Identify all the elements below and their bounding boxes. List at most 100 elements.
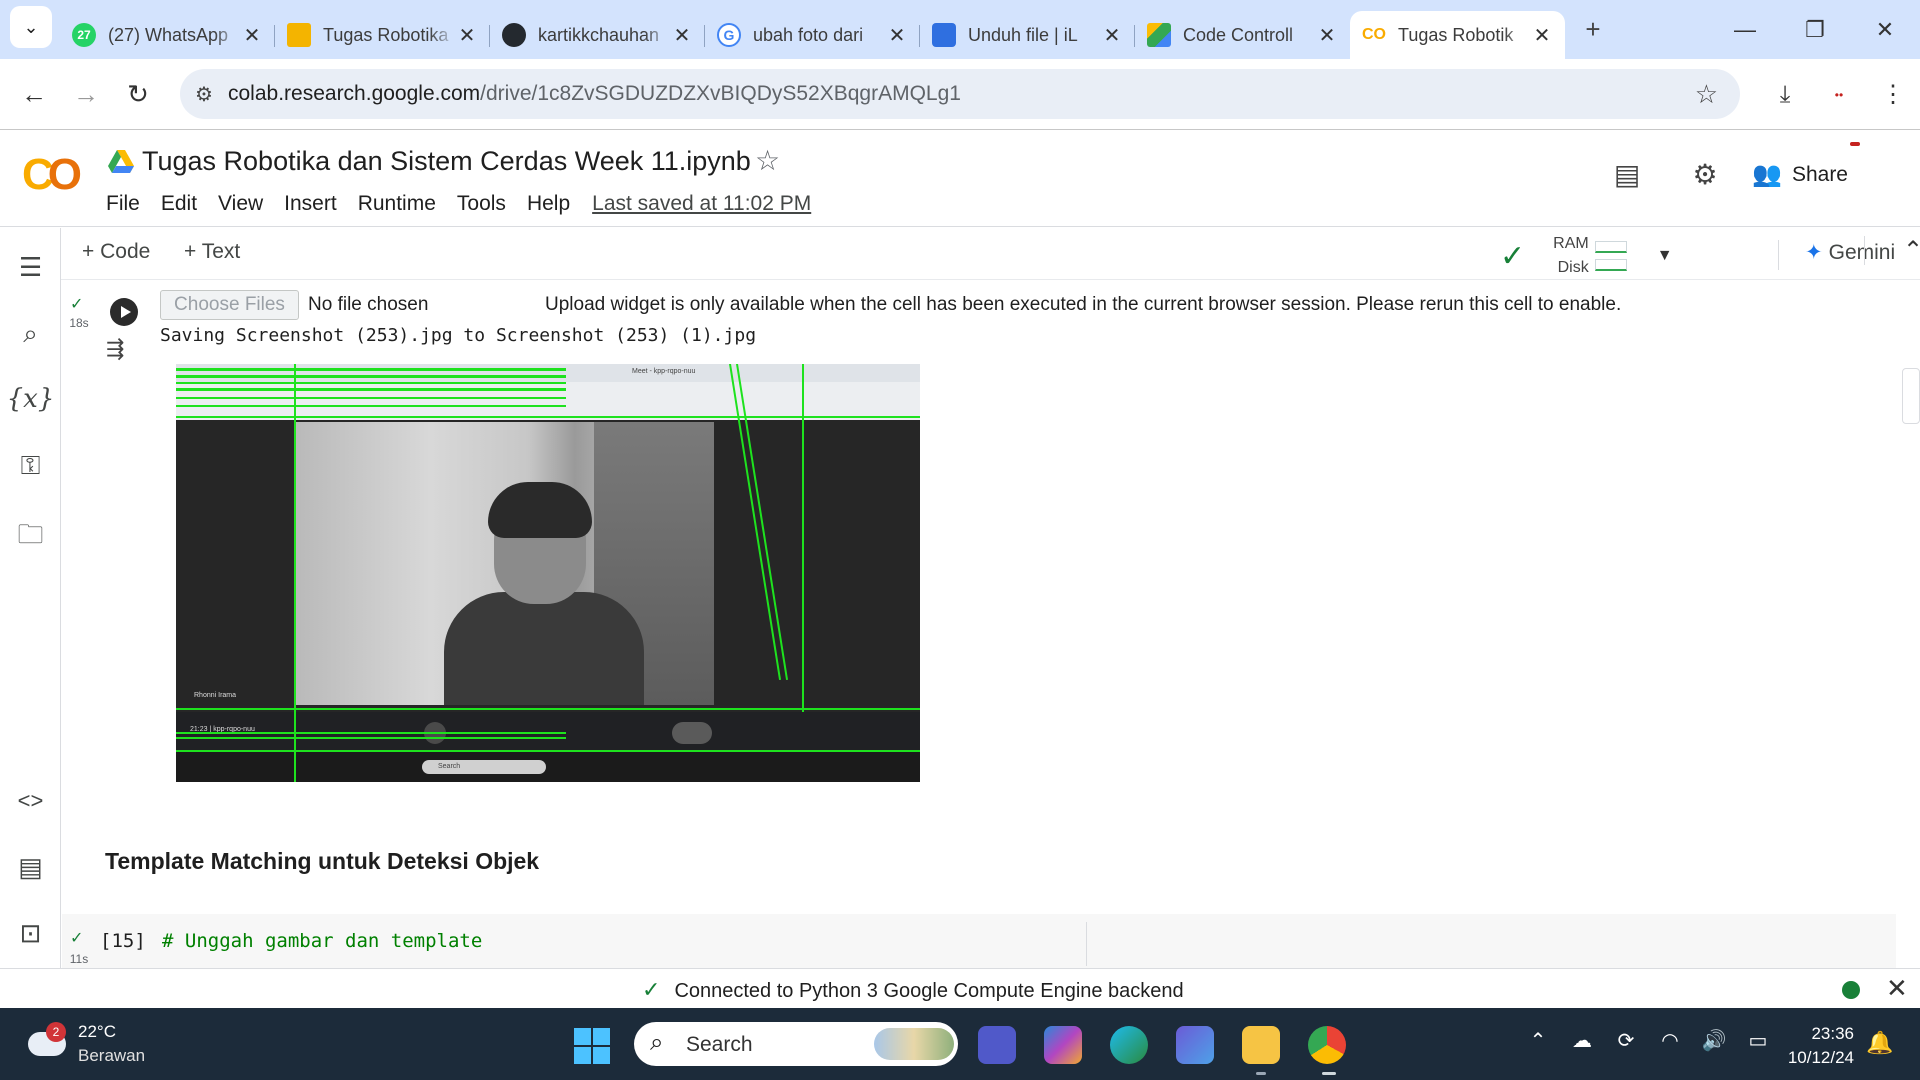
close-window-button[interactable]: ✕ — [1850, 0, 1920, 59]
time: 23:36 — [1811, 1024, 1854, 1043]
menu-tools[interactable]: Tools — [457, 192, 506, 216]
forward-button[interactable]: → — [60, 68, 112, 120]
folder-icon[interactable]: 🗀 — [0, 516, 61, 560]
comment-icon[interactable]: ▤ — [1588, 158, 1666, 191]
last-saved-link[interactable]: Last saved at 11:02 PM — [592, 192, 811, 216]
browser-tab-ilovepdf[interactable]: Unduh file | iL ✕ — [920, 11, 1135, 59]
add-text-button[interactable]: + Text — [184, 240, 240, 264]
tab-search-dropdown-button[interactable]: ⌄ — [10, 6, 52, 48]
bookmark-star-icon[interactable]: ☆ — [1695, 79, 1718, 110]
run-cell-button[interactable] — [110, 298, 138, 326]
download-icon[interactable]: ⤓ — [1758, 81, 1812, 109]
resources-indicator[interactable]: ✓ RAM Disk ▼ — [1500, 232, 1673, 280]
menu-view[interactable]: View — [218, 192, 263, 216]
key-icon[interactable]: ⚿ — [0, 450, 61, 482]
browser-tab-google[interactable]: G ubah foto dari ✕ — [705, 11, 920, 59]
gear-icon[interactable]: ⚙ — [1666, 158, 1744, 191]
windows-start-icon[interactable] — [574, 1028, 610, 1064]
close-icon[interactable]: ✕ — [241, 23, 263, 48]
browser-tab-whatsapp[interactable]: 27 (27) WhatsApp ✕ — [60, 11, 275, 59]
code-comment[interactable]: # Unggah gambar dan template — [162, 930, 482, 952]
taskbar-search[interactable]: ⌕ Search — [634, 1022, 958, 1066]
notebook-title[interactable]: Tugas Robotika dan Sistem Cerdas Week 11… — [142, 146, 751, 177]
search-icon[interactable]: ⌕ — [0, 318, 61, 350]
close-icon[interactable]: ✕ — [1101, 23, 1123, 48]
menu-help[interactable]: Help — [527, 192, 570, 216]
terminal-icon[interactable]: ⊡ — [0, 918, 61, 949]
image-video-feed — [294, 422, 714, 705]
close-icon[interactable]: ✕ — [1316, 23, 1338, 48]
detected-line — [176, 405, 566, 407]
browser-tab-colab-active[interactable]: CO Tugas Robotik ✕ — [1350, 11, 1565, 59]
close-icon[interactable]: ✕ — [886, 23, 908, 48]
image-participant-name: Rhonni Irama — [194, 692, 237, 699]
browser-tab-github[interactable]: kartikkchauhan ✕ — [490, 11, 705, 59]
close-icon[interactable]: ✕ — [456, 23, 478, 48]
detected-line — [176, 708, 920, 710]
taskbar-clock[interactable]: 23:36 10/12/24 — [1770, 1022, 1854, 1070]
file-explorer-icon[interactable] — [1242, 1026, 1280, 1064]
colab-logo[interactable]: CO — [22, 150, 82, 200]
more-menu-icon[interactable]: ⋮ — [1866, 80, 1920, 109]
chrome-icon[interactable] — [1308, 1026, 1346, 1064]
collapse-header-button[interactable]: ⌃ — [1864, 236, 1920, 265]
chevron-up-icon[interactable]: ⌃ — [1516, 1028, 1560, 1053]
code-cell-15[interactable]: ✓ 11s [15] # Unggah gambar dan template — [62, 914, 1896, 968]
command-palette-icon[interactable]: ▤ — [0, 852, 61, 883]
teams-icon[interactable] — [978, 1026, 1016, 1064]
weather-widget[interactable]: 2 22°C Berawan — [28, 1020, 145, 1068]
detected-line — [176, 397, 566, 399]
close-icon[interactable]: ✕ — [1531, 23, 1553, 48]
variables-icon[interactable]: {x} — [0, 384, 61, 414]
sync-icon[interactable]: ⟳ — [1604, 1028, 1648, 1053]
detected-line — [176, 737, 566, 739]
output-actions-icon[interactable]: ⇶ — [106, 336, 124, 362]
app-icon[interactable] — [1176, 1026, 1214, 1064]
menu-runtime[interactable]: Runtime — [358, 192, 436, 216]
choose-files-button[interactable]: Choose Files — [160, 290, 299, 320]
left-sidebar: ☰ ⌕ {x} ⚿ 🗀 <> ▤ ⊡ — [0, 228, 61, 968]
wifi-icon[interactable]: ◠ — [1648, 1028, 1692, 1053]
arrow-right-icon: → — [73, 78, 99, 109]
detected-line — [176, 388, 566, 391]
heart-icon — [932, 23, 956, 47]
running-indicator — [1256, 1072, 1266, 1075]
drive-icon — [1147, 23, 1171, 47]
address-bar[interactable]: ⚙ colab.research.google.com/drive/1c8ZvS… — [180, 69, 1740, 119]
menu-edit[interactable]: Edit — [161, 192, 197, 216]
chevron-up-icon: ⌃ — [1903, 237, 1920, 264]
avatar[interactable] — [1850, 142, 1860, 146]
google-drive-icon[interactable] — [108, 150, 134, 174]
site-info-icon[interactable]: ⚙ — [180, 82, 228, 107]
close-icon[interactable]: ✕ — [671, 23, 693, 48]
menu-insert[interactable]: Insert — [284, 192, 337, 216]
url-host: colab.research.google.com — [228, 82, 481, 105]
code-snippets-icon[interactable]: <> — [0, 788, 61, 814]
edge-icon[interactable] — [1110, 1026, 1148, 1064]
menu-bar: File Edit View Insert Runtime Tools Help… — [106, 192, 832, 216]
caret-down-icon[interactable]: ▼ — [1657, 247, 1673, 265]
extension-icon[interactable]: •• — [1812, 88, 1866, 102]
restore-button[interactable]: ❐ — [1780, 0, 1850, 59]
browser-tab-drive[interactable]: Code Controll ✕ — [1135, 11, 1350, 59]
browser-tab-slides[interactable]: Tugas Robotika ✕ — [275, 11, 490, 59]
reload-button[interactable]: ↻ — [112, 68, 164, 120]
share-button[interactable]: 👥 Share — [1752, 160, 1848, 189]
add-code-button[interactable]: + Code — [82, 240, 150, 264]
detected-line — [176, 382, 566, 384]
star-icon[interactable]: ☆ — [755, 144, 780, 177]
reload-icon: ↻ — [127, 78, 149, 109]
notebook-scrollbar-thumb[interactable] — [1902, 368, 1920, 424]
new-tab-button[interactable]: + — [1573, 9, 1613, 49]
menu-file[interactable]: File — [106, 192, 140, 216]
volume-icon[interactable]: 🔊 — [1692, 1028, 1736, 1053]
close-status-icon[interactable]: ✕ — [1886, 973, 1908, 1004]
saving-output: Saving Screenshot (253).jpg to Screensho… — [160, 325, 757, 346]
minimize-button[interactable]: — — [1710, 0, 1780, 59]
notification-bell-icon[interactable]: 🔔 — [1866, 1030, 1893, 1056]
onedrive-icon[interactable]: ☁ — [1560, 1028, 1604, 1053]
back-button[interactable]: ← — [8, 68, 60, 120]
table-of-contents-icon[interactable]: ☰ — [0, 252, 61, 283]
window-controls: — ❐ ✕ — [1710, 0, 1920, 59]
copilot-icon[interactable] — [1044, 1026, 1082, 1064]
